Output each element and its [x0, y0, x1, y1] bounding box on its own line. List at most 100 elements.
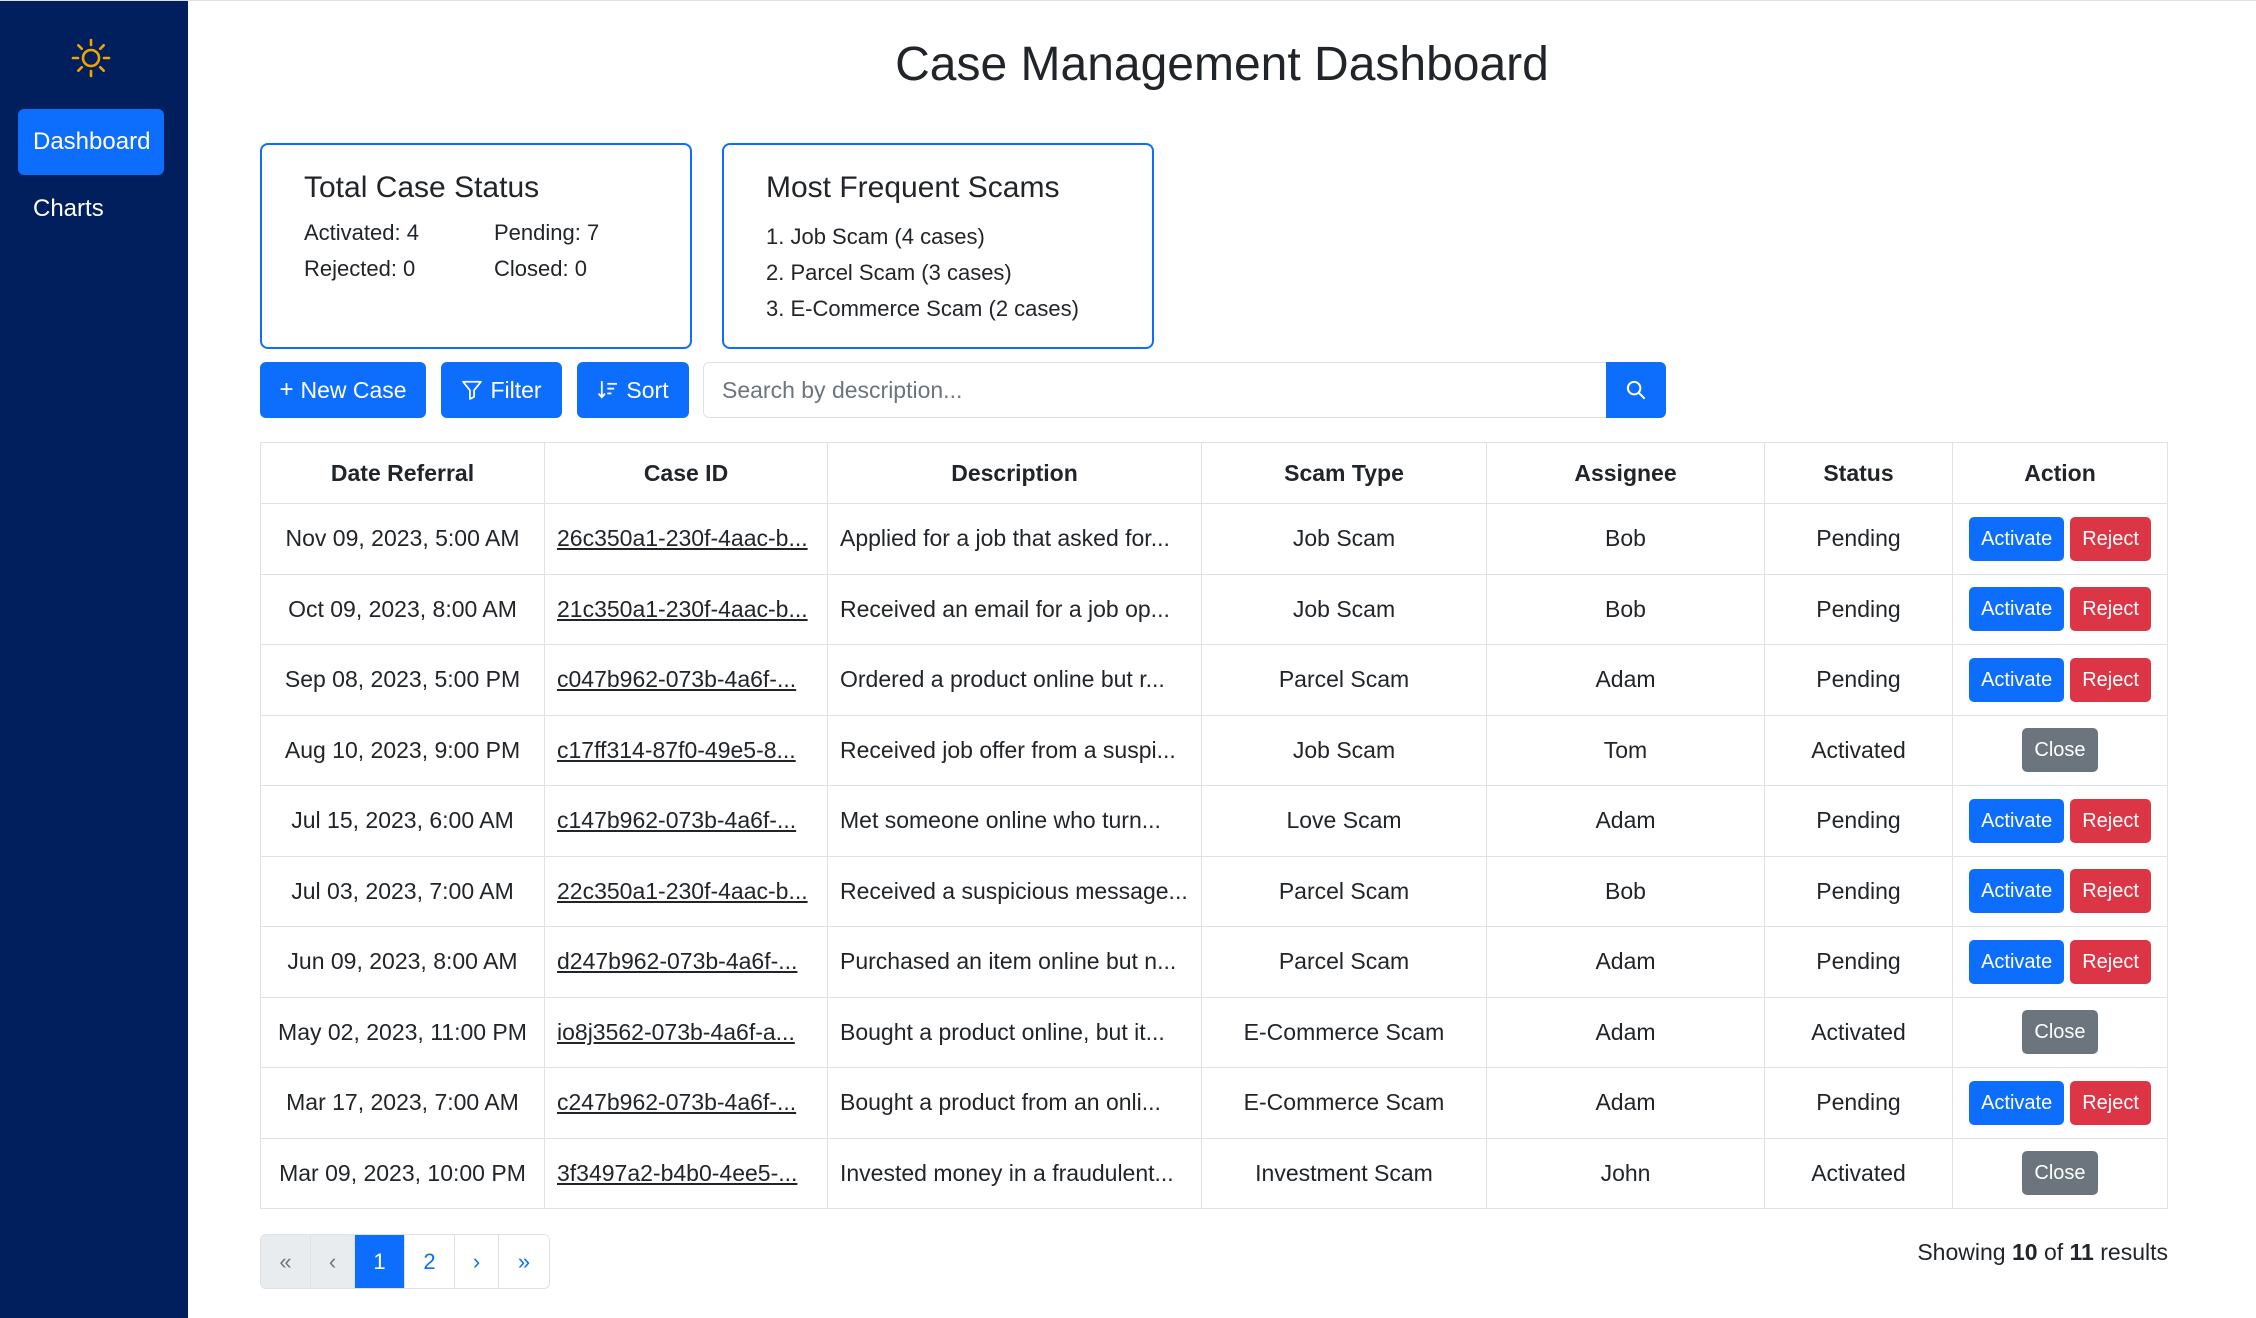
case-id-link[interactable]: 22c350a1-230f-4aac-b... [557, 878, 808, 904]
results-summary: Showing 10 of 11 results [1917, 1237, 2168, 1267]
sidebar: Dashboard Charts [0, 1, 188, 1318]
new-case-button[interactable]: + New Case [260, 362, 426, 418]
activate-button[interactable]: Activate [1969, 516, 2065, 561]
status-cell: Pending [1764, 1067, 1953, 1139]
action-cell: Activate Reject [1952, 644, 2168, 716]
scams-card-title: Most Frequent Scams [766, 171, 1060, 204]
header-description[interactable]: Description [827, 442, 1202, 504]
sidebar-item-charts[interactable]: Charts [18, 176, 164, 242]
case-id-cell: io8j3562-073b-4a6f-a... [544, 996, 828, 1068]
activate-button[interactable]: Activate [1969, 1080, 2065, 1125]
assignee-cell: Adam [1486, 785, 1765, 857]
close-button[interactable]: Close [2022, 728, 2098, 773]
date-cell: Jun 09, 2023, 8:00 AM [260, 926, 545, 998]
case-id-link[interactable]: d247b962-073b-4a6f-... [557, 948, 797, 974]
action-cell: Activate Reject [1952, 926, 2168, 998]
table-row: Nov 09, 2023, 5:00 AM 26c350a1-230f-4aac-… [260, 503, 2168, 575]
new-case-label: New Case [300, 376, 407, 403]
results-prefix: Showing [1917, 1239, 2006, 1265]
header-status[interactable]: Status [1764, 442, 1953, 504]
description-cell: Applied for a job that asked for... [827, 503, 1202, 575]
filter-button[interactable]: Filter [441, 362, 562, 418]
case-id-link[interactable]: 26c350a1-230f-4aac-b... [557, 525, 808, 551]
next-page-button[interactable]: › [455, 1235, 499, 1288]
case-id-cell: d247b962-073b-4a6f-... [544, 926, 828, 998]
date-cell: Jul 03, 2023, 7:00 AM [260, 855, 545, 927]
pagination: « ‹ 1 2 › » [260, 1234, 550, 1289]
assignee-cell: Adam [1486, 926, 1765, 998]
reject-button[interactable]: Reject [2070, 516, 2151, 561]
filter-label: Filter [490, 376, 542, 403]
reject-button[interactable]: Reject [2070, 587, 2151, 632]
case-id-link[interactable]: c247b962-073b-4a6f-... [557, 1089, 796, 1115]
activated-count: Activated: 4 [304, 220, 419, 245]
close-button[interactable]: Close [2022, 1010, 2098, 1055]
search-icon [1626, 380, 1646, 400]
total-case-status-card: Total Case Status Activated: 4 Pending: … [260, 143, 692, 349]
reject-button[interactable]: Reject [2070, 1080, 2151, 1125]
sort-button[interactable]: Sort [577, 362, 689, 418]
activate-button[interactable]: Activate [1969, 869, 2065, 914]
description-cell: Received job offer from a suspi... [827, 714, 1202, 786]
page-2-button[interactable]: 2 [405, 1235, 455, 1288]
search-input[interactable] [703, 362, 1607, 418]
results-shown: 10 [2011, 1239, 2038, 1265]
case-id-cell: c17ff314-87f0-49e5-8... [544, 714, 828, 786]
frequent-scams-card: Most Frequent Scams 1. Job Scam (4 cases… [722, 143, 1154, 349]
case-id-cell: 26c350a1-230f-4aac-b... [544, 503, 828, 575]
last-page-button[interactable]: » [499, 1235, 549, 1288]
activate-button[interactable]: Activate [1969, 587, 2065, 632]
date-cell: Jul 15, 2023, 6:00 AM [260, 785, 545, 857]
close-button[interactable]: Close [2022, 1151, 2098, 1196]
case-id-link[interactable]: io8j3562-073b-4a6f-a... [557, 1019, 795, 1045]
assignee-cell: Bob [1486, 573, 1765, 645]
action-cell: Activate Reject [1952, 855, 2168, 927]
activate-button[interactable]: Activate [1969, 657, 2065, 702]
header-scam-type[interactable]: Scam Type [1201, 442, 1487, 504]
first-page-button[interactable]: « [261, 1235, 311, 1288]
activate-button[interactable]: Activate [1969, 939, 2065, 984]
sun-icon[interactable] [71, 38, 111, 78]
action-cell: Close [1952, 714, 2168, 786]
reject-button[interactable]: Reject [2070, 657, 2151, 702]
table-row: May 02, 2023, 11:00 PM io8j3562-073b-4a6f… [260, 996, 2168, 1068]
scam-type-cell: Investment Scam [1201, 1137, 1487, 1209]
table-header-row: Date Referral Case ID Description Scam T… [260, 442, 2168, 504]
status-cell: Pending [1764, 573, 1953, 645]
date-cell: Oct 09, 2023, 8:00 AM [260, 573, 545, 645]
plus-icon: + [279, 376, 294, 403]
date-cell: Mar 17, 2023, 7:00 AM [260, 1067, 545, 1139]
description-cell: Received an email for a job op... [827, 573, 1202, 645]
prev-page-button[interactable]: ‹ [311, 1235, 355, 1288]
header-assignee[interactable]: Assignee [1486, 442, 1765, 504]
header-action: Action [1952, 442, 2168, 504]
description-cell: Met someone online who turn... [827, 785, 1202, 857]
header-date-referral[interactable]: Date Referral [260, 442, 545, 504]
app-root: Dashboard Charts Case Management Dashboa… [0, 0, 2256, 1318]
assignee-cell: Adam [1486, 1067, 1765, 1139]
date-cell: Nov 09, 2023, 5:00 AM [260, 503, 545, 575]
search-button[interactable] [1606, 362, 1666, 418]
case-id-link[interactable]: 3f3497a2-b4b0-4ee5-... [557, 1160, 797, 1186]
case-id-link[interactable]: c047b962-073b-4a6f-... [557, 666, 796, 692]
case-id-cell: 3f3497a2-b4b0-4ee5-... [544, 1137, 828, 1209]
action-cell: Activate Reject [1952, 1067, 2168, 1139]
action-cell: Close [1952, 1137, 2168, 1209]
page-1-button[interactable]: 1 [355, 1235, 405, 1288]
sort-icon [598, 380, 618, 399]
reject-button[interactable]: Reject [2070, 939, 2151, 984]
case-id-link[interactable]: c147b962-073b-4a6f-... [557, 807, 796, 833]
sidebar-item-dashboard[interactable]: Dashboard [18, 109, 164, 175]
case-id-link[interactable]: c17ff314-87f0-49e5-8... [557, 737, 796, 763]
results-suffix: results [2100, 1239, 2168, 1265]
status-cell: Activated [1764, 996, 1953, 1068]
scam-type-cell: Parcel Scam [1201, 926, 1487, 998]
scam-type-cell: Job Scam [1201, 503, 1487, 575]
header-case-id[interactable]: Case ID [544, 442, 828, 504]
reject-button[interactable]: Reject [2070, 869, 2151, 914]
reject-button[interactable]: Reject [2070, 798, 2151, 843]
activate-button[interactable]: Activate [1969, 798, 2065, 843]
filter-icon [462, 380, 483, 400]
action-cell: Activate Reject [1952, 503, 2168, 575]
case-id-link[interactable]: 21c350a1-230f-4aac-b... [557, 596, 808, 622]
